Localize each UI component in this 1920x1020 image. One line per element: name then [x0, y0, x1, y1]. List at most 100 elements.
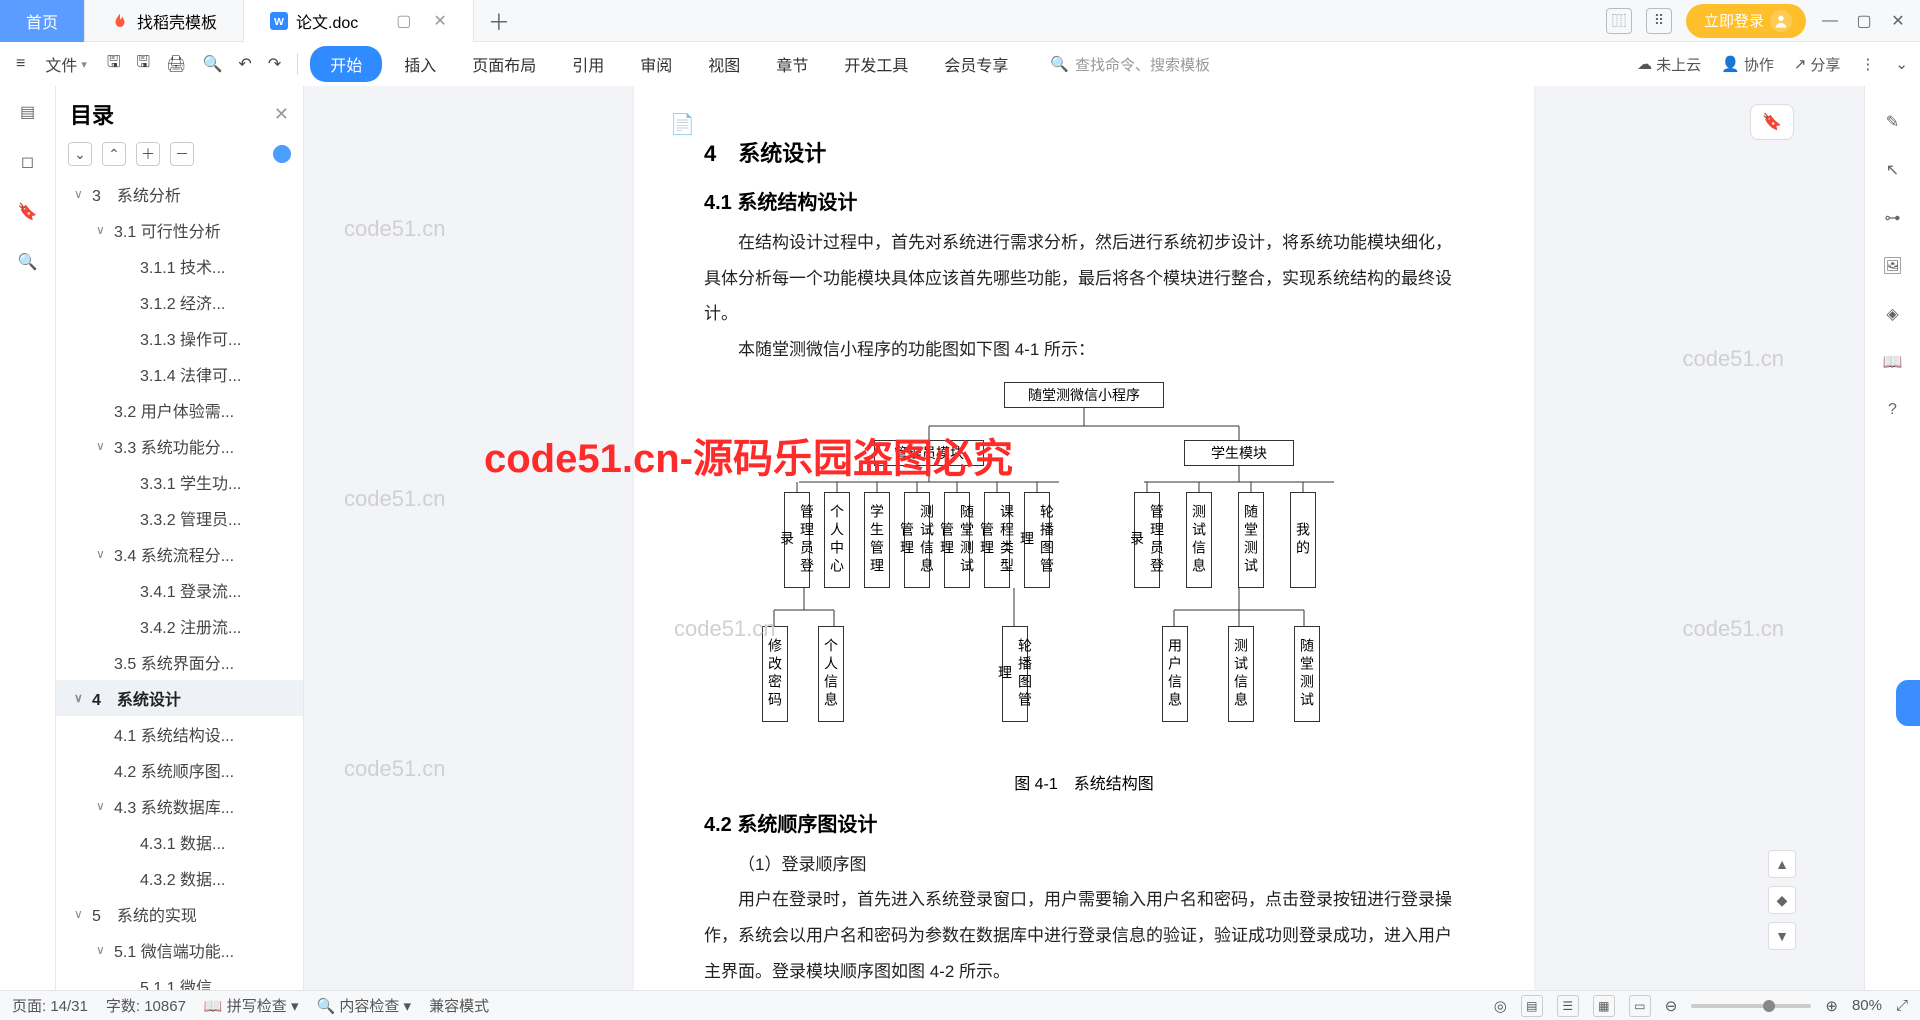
menu-dev[interactable]: 开发工具 — [830, 46, 922, 82]
outline-item[interactable]: 4.3.2 数据... — [56, 860, 303, 896]
close-icon[interactable]: ✕ — [433, 11, 446, 31]
outline-item[interactable]: 4.2 系统顺序图... — [56, 752, 303, 788]
outline-item[interactable]: 3.2 用户体验需... — [56, 392, 303, 428]
outline-view-icon[interactable]: ▤ — [16, 100, 40, 124]
present-icon[interactable]: ▢ — [396, 11, 411, 31]
login-button[interactable]: 立即登录 — [1686, 4, 1806, 38]
outline-item[interactable]: 3.3.2 管理员... — [56, 500, 303, 536]
menu-member[interactable]: 会员专享 — [930, 46, 1022, 82]
settings-icon[interactable]: ⊶ — [1881, 206, 1905, 230]
outline-item[interactable]: 3.1.3 操作可... — [56, 320, 303, 356]
print-preview-icon[interactable]: 🔍 — [198, 50, 226, 78]
share-button[interactable]: ↗ 分享 — [1794, 54, 1841, 75]
redo-icon[interactable]: ↷ — [264, 50, 285, 78]
find-icon[interactable]: 🔍 — [16, 250, 40, 274]
collab-button[interactable]: 👤 协作 — [1721, 54, 1774, 75]
maximize-icon[interactable]: ▢ — [1854, 11, 1874, 31]
outline-item[interactable]: 3.1.1 技术... — [56, 248, 303, 284]
more-icon[interactable]: ⋮ — [1860, 54, 1875, 75]
menu-start[interactable]: 开始 — [310, 46, 382, 82]
bookmark-icon[interactable]: 🔖 — [16, 200, 40, 224]
outline-item[interactable]: ∨3 系统分析 — [56, 176, 303, 212]
scroll-handle-icon[interactable]: ◆ — [1768, 886, 1796, 914]
print-icon[interactable]: 🖨 — [162, 50, 190, 78]
window-close-icon[interactable]: ✕ — [1888, 11, 1908, 31]
tab-home[interactable]: 首页 — [0, 0, 85, 42]
tab-templates[interactable]: 找稻壳模板 — [85, 0, 244, 42]
expand-icon[interactable]: ⤢ — [1896, 997, 1908, 1014]
outline-item[interactable]: ∨5.1 微信端功能... — [56, 932, 303, 968]
bookmark-bubble[interactable]: 🔖 — [1750, 104, 1794, 140]
tab-document[interactable]: W 论文.doc ▢ ✕ — [244, 0, 474, 42]
diagram-node: 课程类型管理 — [984, 492, 1010, 588]
add-heading-icon[interactable]: ＋ — [136, 142, 160, 166]
menu-icon[interactable]: ≡ — [12, 51, 29, 77]
menu-layout[interactable]: 页面布局 — [458, 46, 550, 82]
expand-all-icon[interactable]: ⌃ — [102, 142, 126, 166]
menu-review[interactable]: 审阅 — [626, 46, 686, 82]
view-read-icon[interactable]: ▭ — [1629, 995, 1651, 1017]
zoom-in-icon[interactable]: ⊕ — [1825, 997, 1838, 1015]
menu-chapter[interactable]: 章节 — [762, 46, 822, 82]
outline-item[interactable]: ∨3.3 系统功能分... — [56, 428, 303, 464]
page-icon[interactable]: ◻ — [16, 150, 40, 174]
layout-icon[interactable]: ⿲ — [1606, 8, 1632, 34]
outline-item[interactable]: 4.1 系统结构设... — [56, 716, 303, 752]
page-indicator[interactable]: 页面: 14/31 — [12, 995, 88, 1016]
view-page-icon[interactable]: ▤ — [1521, 995, 1543, 1017]
read-icon[interactable]: 📖 — [1881, 350, 1905, 374]
outline-item[interactable]: ∨4.3 系统数据库... — [56, 788, 303, 824]
outline-item[interactable]: ∨4 系统设计 — [56, 680, 303, 716]
outline-item[interactable]: 3.5 系统界面分... — [56, 644, 303, 680]
save-as-icon[interactable]: 🖫 — [133, 47, 155, 82]
content-check[interactable]: 🔍 内容检查 ▾ — [317, 995, 412, 1016]
word-count[interactable]: 字数: 10867 — [106, 995, 186, 1016]
scroll-up-icon[interactable]: ▲ — [1768, 850, 1796, 878]
side-tab[interactable] — [1896, 680, 1920, 726]
diagram-node: 修改密码 — [762, 626, 788, 722]
minimize-icon[interactable]: — — [1820, 11, 1840, 31]
save-icon[interactable]: 🖫 — [103, 47, 125, 82]
diagram-node: 个人信息 — [818, 626, 844, 722]
menu-reference[interactable]: 引用 — [558, 46, 618, 82]
outline-item[interactable]: 3.1.4 法律可... — [56, 356, 303, 392]
apps-icon[interactable]: ⠿ — [1646, 8, 1672, 34]
zoom-value[interactable]: 80% — [1852, 997, 1882, 1014]
outline-sync-icon[interactable] — [273, 145, 291, 163]
help-icon[interactable]: ? — [1881, 398, 1905, 422]
select-icon[interactable]: ↖ — [1881, 158, 1905, 182]
outline-item[interactable]: ∨5 系统的实现 — [56, 896, 303, 932]
zoom-out-icon[interactable]: ⊖ — [1665, 997, 1678, 1015]
diagram-node: 用户信息 — [1162, 626, 1188, 722]
outline-item[interactable]: 3.1.2 经济... — [56, 284, 303, 320]
menu-insert[interactable]: 插入 — [390, 46, 450, 82]
collapse-ribbon-icon[interactable]: ⌄ — [1895, 54, 1908, 75]
remove-heading-icon[interactable]: － — [170, 142, 194, 166]
image-tool-icon[interactable]: 🖼 — [1881, 254, 1905, 278]
command-search[interactable]: 🔍 查找命令、搜索模板 — [1050, 54, 1210, 75]
outline-item[interactable]: ∨3.4 系统流程分... — [56, 536, 303, 572]
outline-item[interactable]: 5.1.1 微信... — [56, 968, 303, 990]
outline-item[interactable]: 4.3.1 数据... — [56, 824, 303, 860]
outline-item[interactable]: 3.4.2 注册流... — [56, 608, 303, 644]
edit-icon[interactable]: ✎ — [1881, 110, 1905, 134]
view-web-icon[interactable]: ▦ — [1593, 995, 1615, 1017]
collapse-all-icon[interactable]: ⌄ — [68, 142, 92, 166]
zoom-slider[interactable] — [1691, 1004, 1811, 1008]
scroll-down-icon[interactable]: ▼ — [1768, 922, 1796, 950]
compat-mode[interactable]: 兼容模式 — [429, 995, 489, 1016]
new-tab-button[interactable]: ＋ — [474, 5, 524, 37]
spell-check[interactable]: 📖 拼写检查 ▾ — [204, 995, 299, 1016]
outline-close-icon[interactable]: ✕ — [274, 104, 289, 125]
style-icon[interactable]: ◈ — [1881, 302, 1905, 326]
undo-icon[interactable]: ↶ — [234, 50, 255, 78]
file-menu[interactable]: 文件 ▾ — [37, 46, 95, 82]
outline-item[interactable]: 3.4.1 登录流... — [56, 572, 303, 608]
menu-view[interactable]: 视图 — [694, 46, 754, 82]
cloud-status[interactable]: ☁ 未上云 — [1637, 54, 1701, 75]
document-area[interactable]: 🔖 📄 4 系统设计 4.1 系统结构设计 在结构设计过程中，首先对系统进行需求… — [304, 86, 1864, 990]
view-outline-icon[interactable]: ☰ — [1557, 995, 1579, 1017]
outline-item[interactable]: ∨3.1 可行性分析 — [56, 212, 303, 248]
focus-mode-icon[interactable]: ◎ — [1494, 997, 1507, 1015]
outline-item[interactable]: 3.3.1 学生功... — [56, 464, 303, 500]
